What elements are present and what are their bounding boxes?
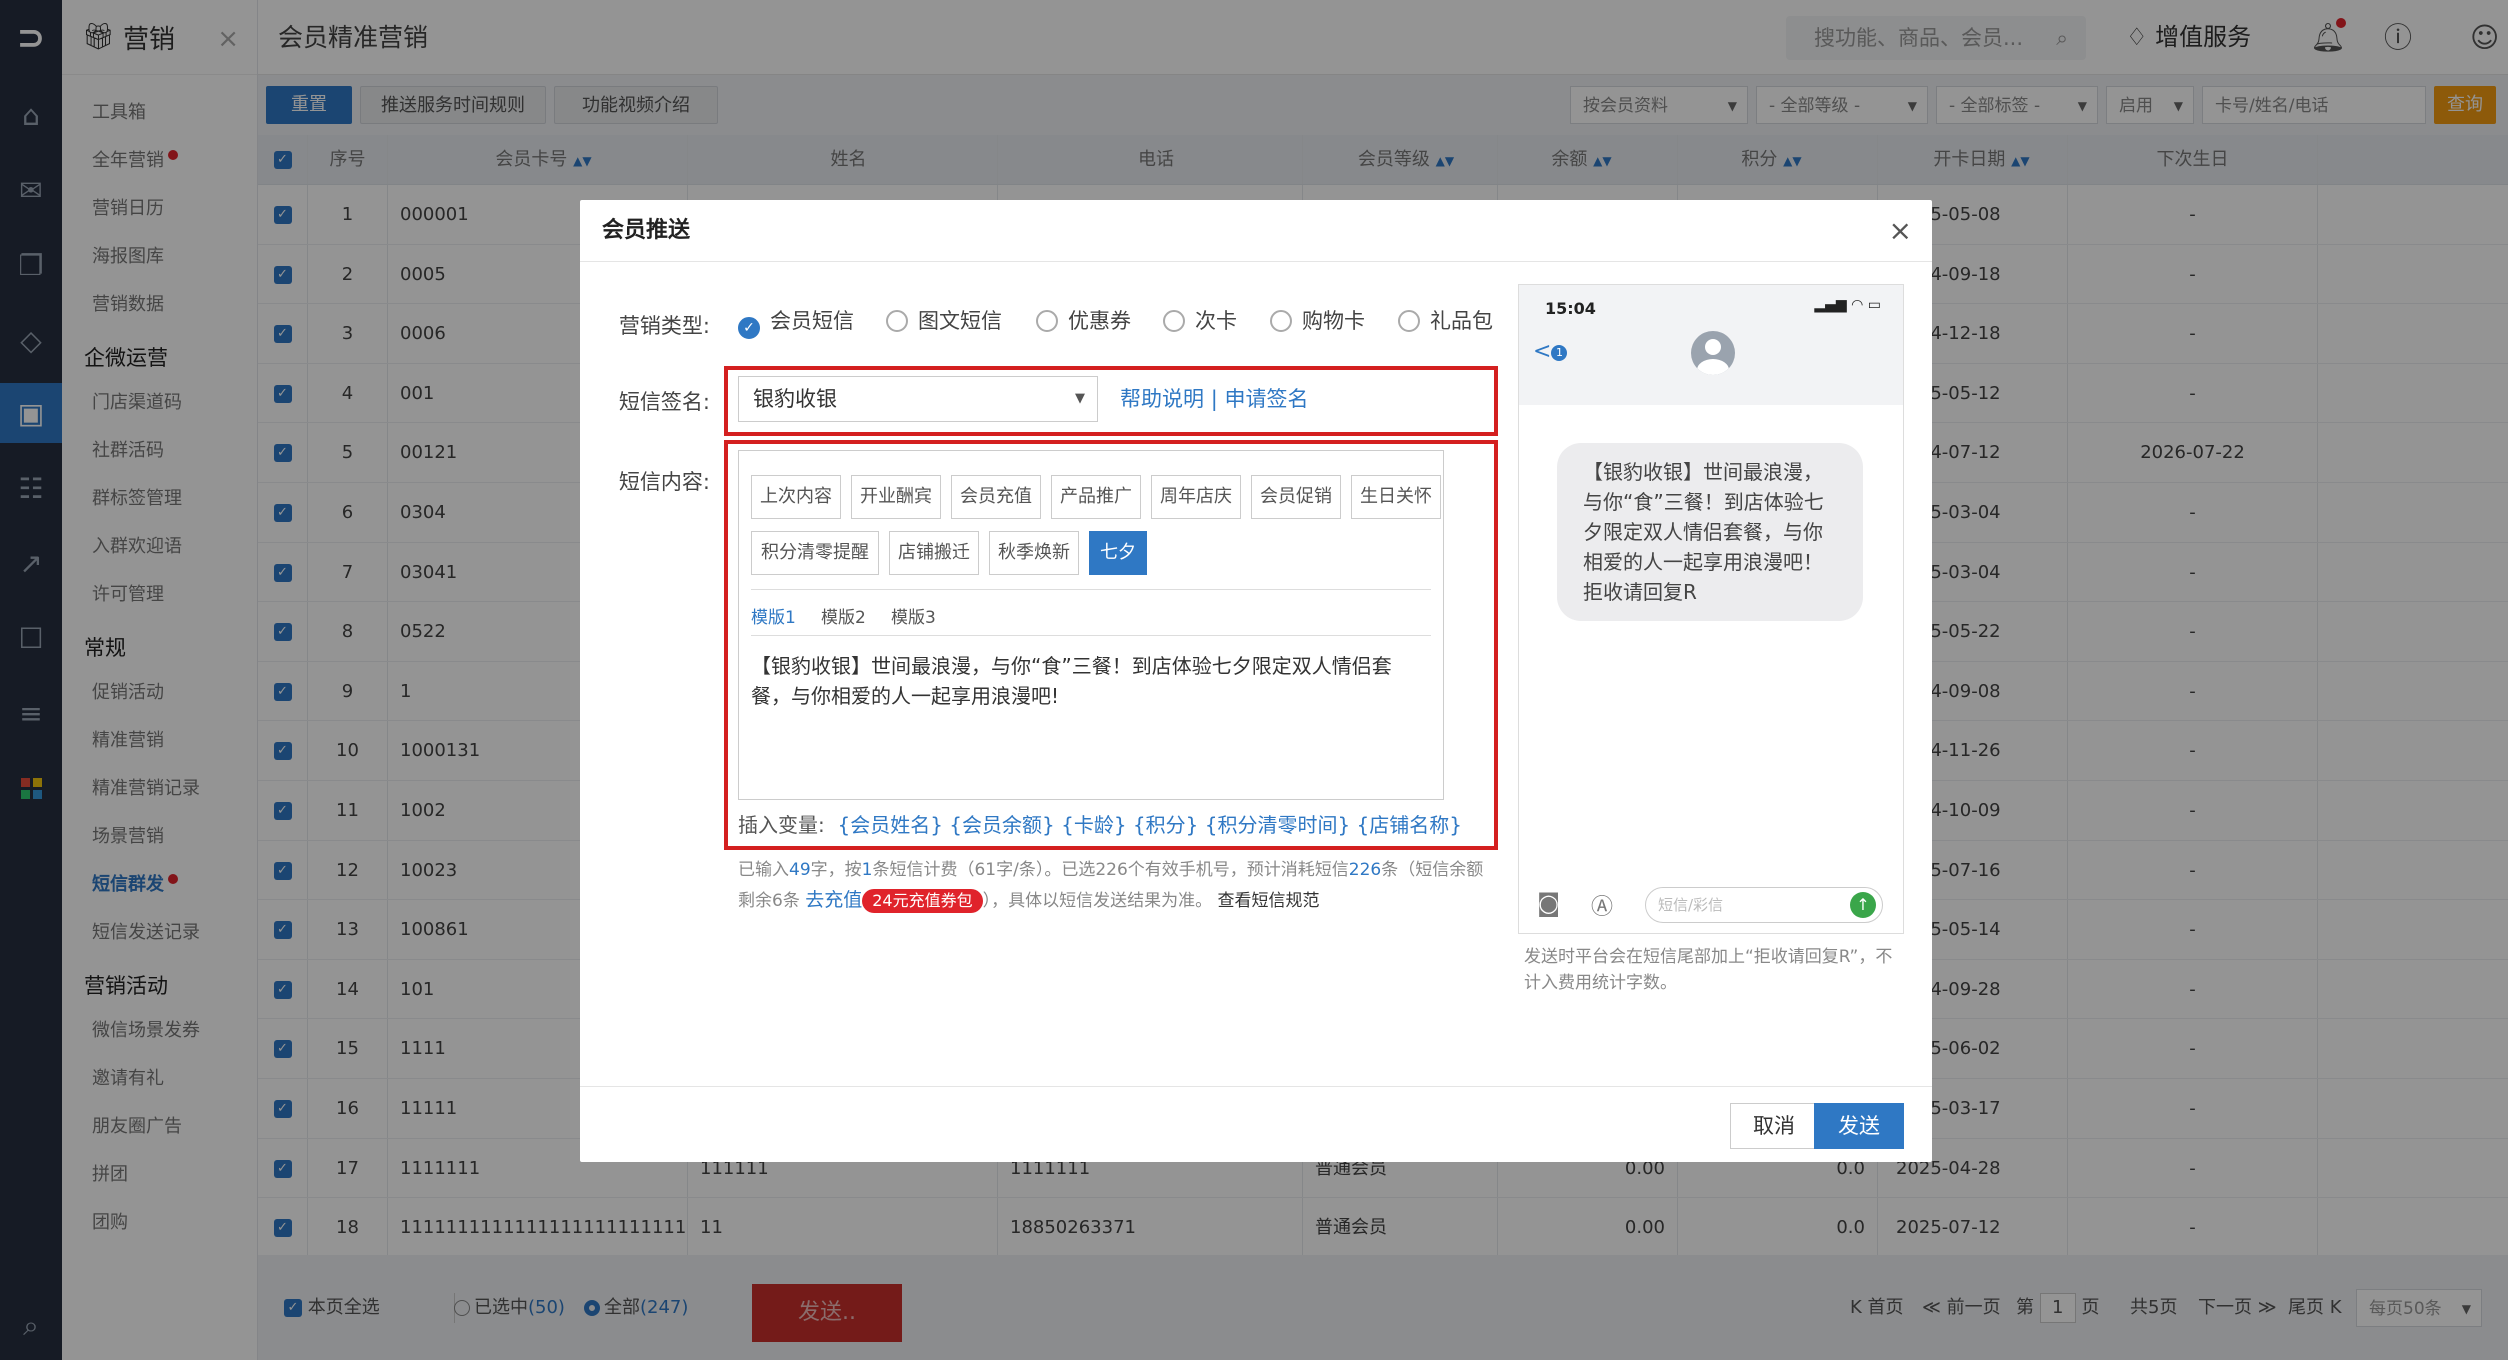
phone-message-input: 短信/彩信 ↑ — [1645, 887, 1883, 923]
type-option-coupon[interactable]: 优惠券 — [1036, 306, 1131, 336]
select-value: 银豹收银 — [753, 387, 837, 411]
type-label: 营销类型: — [618, 314, 710, 338]
dialog-footer: 取消 发送 — [580, 1086, 1932, 1162]
sms-editor: 上次内容 开业酬宾 会员充值 产品推广 周年店庆 会员促销 生日关怀 积分清零提… — [738, 450, 1444, 800]
char-count: 49 — [789, 860, 811, 880]
type-option-image-sms[interactable]: 图文短信 — [886, 306, 1002, 336]
radio-icon — [1036, 310, 1058, 332]
option-label: 图文短信 — [918, 309, 1002, 333]
variable-link[interactable]: {积分} — [1133, 813, 1198, 837]
contact-avatar — [1691, 331, 1735, 375]
note-text: ），具体以短信发送结果为准。 — [982, 891, 1213, 911]
template-tag[interactable]: 会员充值 — [951, 475, 1041, 519]
billing-note: 已输入49字，按1条短信计费（61字/条）。已选226个有效手机号，预计消耗短信… — [738, 855, 1498, 916]
type-option-member-sms[interactable]: ✓ 会员短信 — [738, 306, 854, 339]
option-label: 会员短信 — [770, 309, 854, 333]
template-tag[interactable]: 积分清零提醒 — [751, 531, 879, 575]
variable-link[interactable]: {会员余额} — [949, 813, 1054, 837]
template-tag[interactable]: 周年店庆 — [1151, 475, 1241, 519]
separator: | — [1210, 387, 1218, 411]
variable-link[interactable]: {店铺名称} — [1357, 813, 1462, 837]
back-icon: <1 — [1533, 339, 1568, 364]
phone-preview: 15:04 ▂▄▆ ◠ ▭ <1 【银豹收银】世间最浪漫，与你“食”三餐！到店体… — [1518, 284, 1904, 934]
template-tag-active[interactable]: 七夕 — [1089, 531, 1147, 575]
template-version-tab[interactable]: 模版2 — [821, 603, 866, 628]
sms-rules-link[interactable]: 查看短信规范 — [1218, 891, 1320, 911]
divider — [751, 635, 1431, 636]
sms-preview-bubble: 【银豹收银】世间最浪漫，与你“食”三餐！到店体验七夕限定双人情侣套餐，与你相爱的… — [1557, 443, 1863, 621]
type-option-count-card[interactable]: 次卡 — [1163, 306, 1237, 336]
unread-badge: 1 — [1551, 345, 1568, 361]
send-arrow-icon: ↑ — [1850, 892, 1876, 918]
close-icon[interactable]: × — [1889, 200, 1912, 262]
note-text: 已输入 — [738, 860, 789, 880]
dialog-title: 会员推送 — [602, 218, 691, 243]
option-label: 次卡 — [1195, 309, 1237, 333]
type-option-gift-pack[interactable]: 礼品包 — [1398, 306, 1493, 336]
signal-battery-icon: ▂▄▆ ◠ ▭ — [1814, 297, 1881, 313]
note-text: 条短信计费（61字/条）。已选226个有效手机号，预计消耗短信 — [872, 860, 1349, 880]
sms-textarea[interactable]: 【银豹收银】世间最浪漫，与你“食”三餐！到店体验七夕限定双人情侣套餐，与你相爱的… — [751, 651, 1431, 711]
option-label: 购物卡 — [1302, 309, 1365, 333]
radio-checked-icon: ✓ — [738, 317, 760, 339]
input-placeholder: 短信/彩信 — [1658, 896, 1724, 914]
option-label: 礼品包 — [1430, 309, 1493, 333]
template-tag[interactable]: 生日关怀 — [1351, 475, 1441, 519]
phone-time: 15:04 — [1545, 299, 1596, 318]
phone-note: 发送时平台会在短信尾部加上“拒收请回复R”，不计入费用统计字数。 — [1524, 947, 1893, 993]
phone-header: 15:04 ▂▄▆ ◠ ▭ <1 — [1519, 285, 1903, 405]
variable-link[interactable]: {卡龄} — [1061, 813, 1126, 837]
insert-variables: 插入变量: {会员姓名} {会员余额} {卡龄} {积分} {积分清零时间} {… — [738, 812, 1462, 838]
content-label: 短信内容: — [618, 470, 710, 494]
radio-icon — [1398, 310, 1420, 332]
divider — [751, 589, 1431, 590]
radio-icon — [1163, 310, 1185, 332]
member-push-dialog: 会员推送 × 营销类型: ✓ 会员短信 图文短信 优惠券 次卡 购物卡 礼品包 短… — [580, 200, 1932, 1162]
recharge-link[interactable]: 去充值 — [805, 889, 862, 911]
sms-count: 1 — [861, 860, 873, 880]
radio-icon — [1270, 310, 1292, 332]
variable-link[interactable]: {会员姓名} — [837, 813, 942, 837]
template-tag[interactable]: 会员促销 — [1251, 475, 1341, 519]
cancel-button[interactable]: 取消 — [1730, 1103, 1818, 1149]
template-tag[interactable]: 秋季焕新 — [989, 531, 1079, 575]
sign-select[interactable]: 银豹收银 ▼ — [738, 376, 1098, 422]
total-count: 226 — [1348, 860, 1382, 880]
app-store-icon: Ⓐ — [1591, 895, 1614, 920]
template-version-tab[interactable]: 模版1 — [751, 603, 796, 628]
dialog-header: 会员推送 × — [580, 200, 1932, 262]
type-option-shopping-card[interactable]: 购物卡 — [1270, 306, 1365, 336]
vars-label: 插入变量: — [738, 813, 825, 837]
help-link[interactable]: 帮助说明 — [1120, 387, 1204, 411]
app-root: ⊃ ⌂ ✉ ❐ ◇ ▣ ☷ ↗ ☐ ≡ ⌕ 🎁︎ 营销 × 工具箱 全年营销 营… — [0, 0, 2508, 1360]
sign-label: 短信签名: — [618, 390, 710, 414]
chevron-down-icon: ▼ — [1075, 391, 1085, 406]
template-tag[interactable]: 产品推广 — [1051, 475, 1141, 519]
variable-link[interactable]: {积分清零时间} — [1205, 813, 1350, 837]
sign-links: 帮助说明 | 申请签名 — [1120, 376, 1308, 422]
camera-icon: ◙ — [1537, 889, 1561, 917]
template-version-tab[interactable]: 模版3 — [891, 603, 936, 628]
coupon-badge[interactable]: 24元充值券包 — [862, 889, 983, 913]
apply-sign-link[interactable]: 申请签名 — [1224, 387, 1308, 411]
send-button[interactable]: 发送 — [1814, 1103, 1904, 1149]
template-tag[interactable]: 上次内容 — [751, 475, 841, 519]
template-tag[interactable]: 店铺搬迁 — [889, 531, 979, 575]
phone-input-bar: ◙ Ⓐ 短信/彩信 ↑ — [1519, 877, 1903, 933]
template-tag[interactable]: 开业酬宾 — [851, 475, 941, 519]
note-text: 字，按 — [810, 860, 862, 880]
option-label: 优惠券 — [1068, 309, 1131, 333]
radio-icon — [886, 310, 908, 332]
